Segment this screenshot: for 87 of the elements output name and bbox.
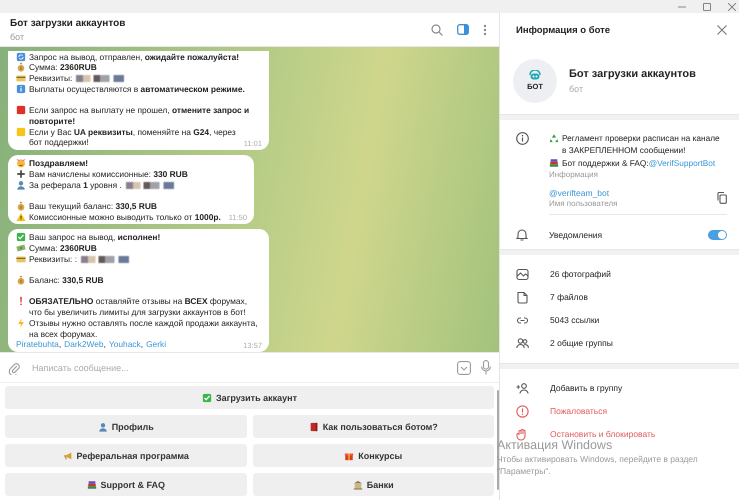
party-face-icon [16,158,26,168]
message-text: Запрос на вывод, отправлен, ожидайте пожалуйста! [29,52,240,62]
copy-icon[interactable] [717,192,727,204]
scrollbar[interactable] [497,390,499,490]
message-text: Вам начислены комиссионные: 330 RUB [29,168,188,180]
message-text: ОБЯЗАТЕЛЬНО оставляйте отзывы на ВСЕХ форумах, что бы увеличить лимиты для загрузки аккаунтов в бот! [29,296,248,318]
action-item[interactable]: Пожаловаться [550,406,739,416]
chat-subtitle: бот [10,32,26,42]
message-text: Ваш запрос на вывод, исполнен! [29,232,160,243]
bot-name: Бот загрузки аккаунтов [569,68,696,80]
about-label: Информация [549,170,599,179]
message-text: За реферала 1 уровня . [29,180,122,190]
microphone-icon[interactable] [481,360,491,375]
comma: , [104,339,106,350]
message-text: Поздравляем! [29,158,88,169]
media-item[interactable]: 5043 ссылки [550,315,739,326]
robot-icon [528,70,542,80]
bell-icon [516,228,528,242]
money-bag-icon [16,275,26,286]
maximize-icon[interactable] [703,2,711,10]
card-icon [16,254,26,264]
close-icon[interactable] [728,2,736,10]
people-icon [516,336,529,350]
action-item[interactable]: Остановить и блокировать [550,429,739,440]
alert-icon [516,404,529,418]
warning-icon [16,212,26,222]
file-icon [516,290,529,304]
about-text: Бот поддержки & FAQ: [562,156,649,169]
books-icon [549,158,559,168]
money-bag-icon [16,200,26,211]
message-text: Сумма: 2360RUB [29,243,97,254]
bot-subtitle: бот [569,84,584,94]
keyboard-button[interactable]: Профиль [5,415,246,438]
message-text: Если у Вас UA реквизиты, поменяйте на G24, через бот поддержки! [29,126,236,148]
keyboard-button[interactable]: Загрузить аккаунт [5,386,494,409]
lightning-icon [16,318,26,328]
image-icon [516,268,529,281]
card-icon [16,73,26,84]
person-icon [16,180,26,190]
money-icon [16,243,26,253]
add-person-icon [516,382,529,395]
books-icon [86,480,96,490]
message-text: Отзывы нужно оставлять после каждой продажи аккаунта, на всех форумах. [29,318,259,340]
check-icon [16,232,26,242]
more-icon[interactable] [483,24,487,36]
message-text: Сумма: 2360RUB [29,62,97,74]
person-icon [98,422,108,432]
message-text: Баланс: 330,5 RUB [29,275,104,286]
keyboard-button[interactable]: Реферальная программа [5,444,246,467]
megaphone-icon [62,450,73,460]
media-item[interactable]: 2 общие группы [550,338,739,348]
media-item[interactable]: 26 фотографий [550,269,739,280]
stop-square-icon [16,105,26,116]
bank-icon [352,480,363,490]
keyboard-button[interactable]: Как пользоваться ботом? [252,415,494,438]
gift-icon [344,450,354,460]
comma: , [140,339,144,350]
plus-icon [16,168,26,179]
info-icon [16,84,26,94]
keyboard-toggle-icon[interactable] [457,360,471,374]
action-item[interactable]: Добавить в группу [550,383,739,394]
message-text: Если запрос на выплату не прошел, отмените запрос и повторите! [29,105,250,127]
message-text: Реквизиты: [29,73,72,84]
media-item[interactable]: 7 файлов [550,292,739,302]
notifications-label: Уведомления [549,230,604,240]
username-label: Имя пользователя [549,198,618,208]
paperclip-icon[interactable] [8,360,20,374]
chat-title: Бот загрузки аккаунтов [10,18,126,28]
money-bag-icon [16,62,26,72]
close-icon[interactable] [717,25,727,35]
about-text: Регламент проверки расписан на канале в ЗАКРЕПЛЕННОМ сообщении! [562,132,721,157]
book-icon [308,422,319,432]
notifications-toggle[interactable] [708,230,727,240]
keyboard-button[interactable]: Support & FAQ [5,473,246,496]
comma: , [58,339,62,350]
check-icon [202,392,212,402]
keyboard-button[interactable]: Конкурсы [252,444,494,467]
message-text: Ваш текущий баланс: 330,5 RUB [29,200,157,212]
message-text: Выплаты осуществляются в автоматическом режиме. [29,84,245,95]
search-icon[interactable] [431,24,443,36]
message-text: Реквизиты: : [29,254,78,264]
sidebar-toggle-icon[interactable] [457,24,469,35]
keyboard-button[interactable]: Банки [252,473,494,496]
square-icon [16,126,26,137]
info-icon [516,132,529,145]
message-text: Комиссионные можно выводить только от 1000р. [29,212,221,222]
panel-title: Информация о боте [516,24,610,36]
